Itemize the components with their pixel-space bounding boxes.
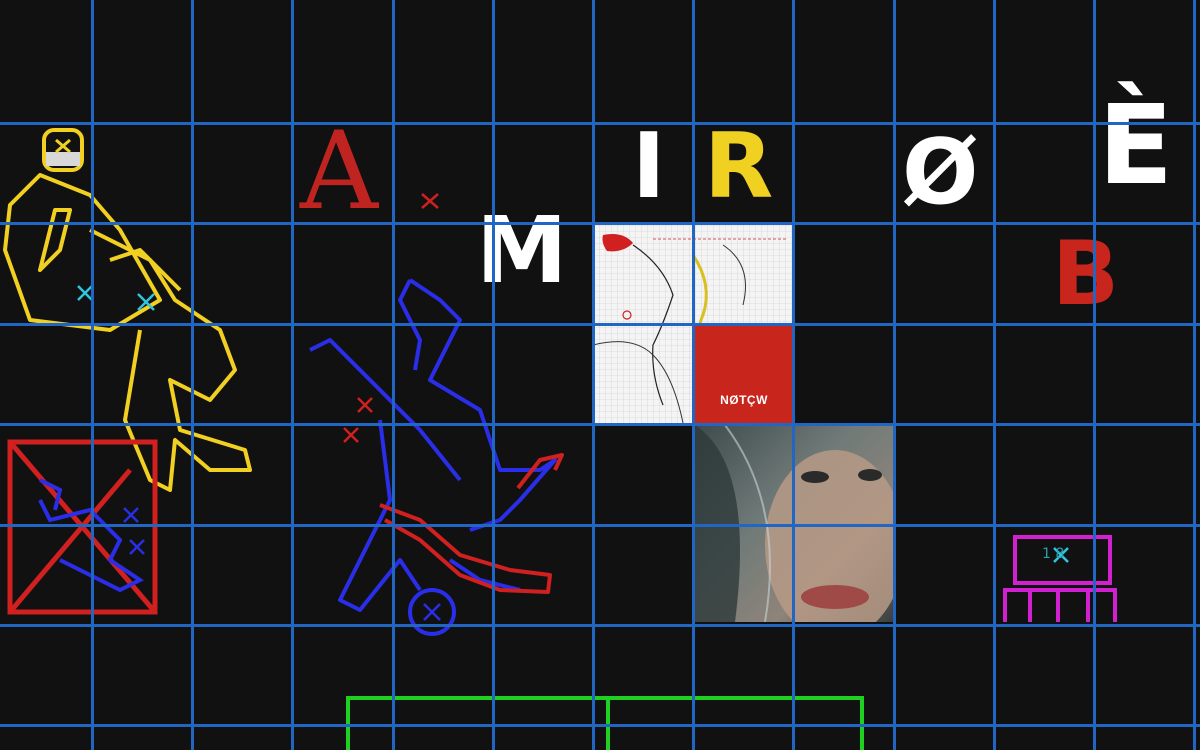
blue-grid-overlay — [0, 0, 1200, 750]
grid-horizontal-line — [0, 122, 1200, 125]
grid-horizontal-line — [0, 624, 1200, 627]
grid-vertical-line — [1093, 0, 1096, 750]
grid-vertical-line — [993, 0, 996, 750]
grid-horizontal-line — [0, 724, 1200, 727]
grid-vertical-line — [191, 0, 194, 750]
grid-vertical-line — [592, 0, 595, 750]
grid-vertical-line — [91, 0, 94, 750]
grid-vertical-line — [392, 0, 395, 750]
grid-horizontal-line — [0, 323, 1200, 326]
artwork-canvas: A M I R Ø È B NØTÇW 1 8 — [0, 0, 1200, 750]
grid-vertical-line — [1193, 0, 1196, 750]
grid-vertical-line — [893, 0, 896, 750]
grid-horizontal-line — [0, 222, 1200, 225]
grid-horizontal-line — [0, 423, 1200, 426]
grid-vertical-line — [291, 0, 294, 750]
grid-vertical-line — [492, 0, 495, 750]
grid-vertical-line — [792, 0, 795, 750]
grid-horizontal-line — [0, 524, 1200, 527]
grid-vertical-line — [692, 0, 695, 750]
